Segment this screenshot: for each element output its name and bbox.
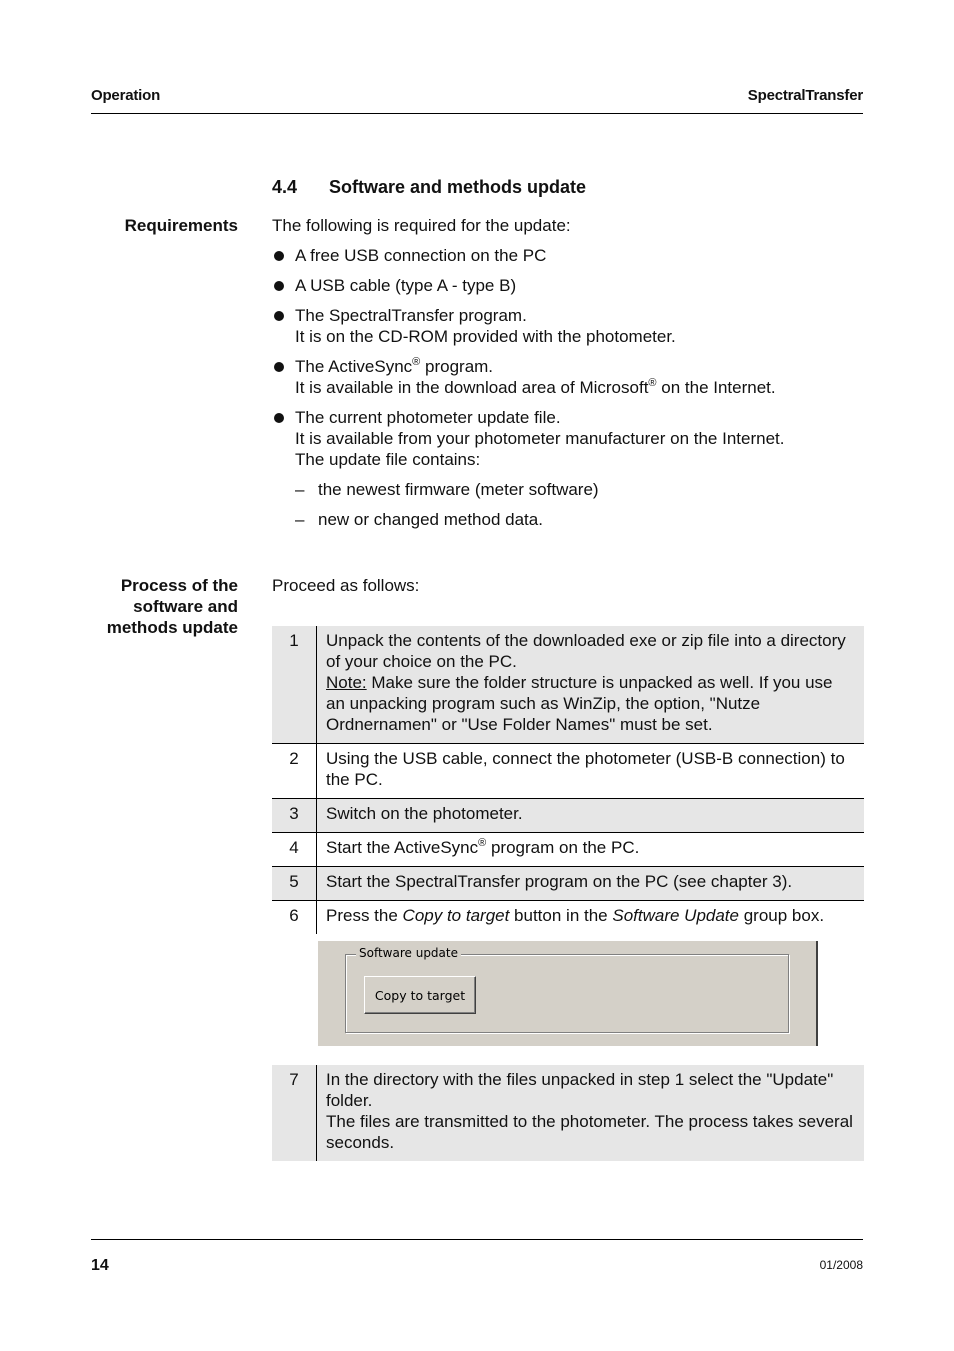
process-side-label: Process of the software and methods upda… (106, 576, 238, 637)
process-intro: Proceed as follows: (272, 576, 420, 595)
sub-list-item: – the newest firmware (meter software) (295, 480, 599, 499)
step-text: In the directory with the files unpacked… (316, 1065, 864, 1161)
step-number: 4 (272, 832, 317, 867)
edition-date: 01/2008 (819, 1258, 863, 1272)
requirements-side-label: Requirements (124, 216, 238, 235)
step-text: Press the Copy to target button in the S… (326, 906, 825, 925)
bullet-icon (274, 251, 284, 261)
registered-mark: ® (648, 377, 657, 389)
table-row: 6 Press the Copy to target button in the… (272, 900, 864, 934)
header-rule (91, 113, 863, 114)
step-number: 3 (272, 798, 317, 833)
running-header-product: SpectralTransfer (747, 87, 863, 104)
dash-icon: – (295, 510, 305, 529)
running-header-chapter: Operation (91, 87, 161, 104)
step-text: Switch on the photometer. (316, 798, 864, 833)
bullet-icon (274, 281, 284, 291)
step-text: Unpack the contents of the downloaded ex… (316, 626, 864, 744)
step-number: 6 (272, 900, 317, 934)
step-text: Using the USB cable, connect the photome… (316, 743, 864, 799)
list-item: The SpectralTransfer program. It is on t… (272, 305, 864, 347)
update-file-contents-list: – the newest firmware (meter software) – n… (295, 479, 864, 530)
section-number: 4.4 (272, 177, 298, 197)
table-row: 1 Unpack the contents of the downloaded … (272, 626, 864, 744)
section-title: Software and methods update (329, 177, 587, 197)
step-number: 1 (272, 626, 317, 744)
requirements-intro: The following is required for the update… (272, 216, 571, 235)
note-label: Note: (326, 673, 367, 692)
bullet-icon (274, 413, 284, 423)
table-row: 3 Switch on the photometer. (272, 798, 864, 833)
table-row: 4 Start the ActiveSync® program on the P… (272, 832, 864, 867)
software-update-screenshot: Software update Copy to target (318, 941, 818, 1046)
step-number: 7 (272, 1065, 317, 1161)
section-heading: 4.4 Software and methods update (272, 177, 586, 198)
sub-list-item: – new or changed method data. (295, 510, 543, 529)
step-number: 2 (272, 743, 317, 799)
group-box-label: Software update (356, 946, 461, 960)
list-item: A free USB connection on the PC (272, 245, 864, 266)
steps-table-1-6: 1 Unpack the contents of the downloaded … (272, 626, 864, 934)
dash-icon: – (295, 480, 305, 499)
software-update-group-box: Software update Copy to target (345, 946, 789, 1033)
table-row: 5 Start the SpectralTransfer program on … (272, 866, 864, 901)
bullet-icon (274, 311, 284, 321)
step-text: Start the SpectralTransfer program on th… (316, 866, 864, 901)
step-number: 5 (272, 866, 317, 901)
list-item: A USB cable (type A - type B) (272, 275, 864, 296)
list-item: The ActiveSync® program. It is available… (272, 356, 864, 398)
requirements-list: A free USB connection on the PC A USB ca… (272, 245, 864, 530)
steps-table-7: 7 In the directory with the files unpack… (272, 1065, 864, 1161)
table-row: 7 In the directory with the files unpack… (272, 1065, 864, 1161)
page-number: 14 (91, 1257, 109, 1274)
list-item: The current photometer update file. It i… (272, 407, 864, 530)
copy-to-target-button[interactable]: Copy to target (364, 976, 476, 1014)
step-text: Start the ActiveSync® program on the PC. (316, 832, 864, 867)
footer-rule (91, 1239, 863, 1240)
table-row: 2 Using the USB cable, connect the photo… (272, 743, 864, 799)
bullet-icon (274, 362, 284, 372)
requirements-block: The following is required for the update… (272, 215, 864, 539)
